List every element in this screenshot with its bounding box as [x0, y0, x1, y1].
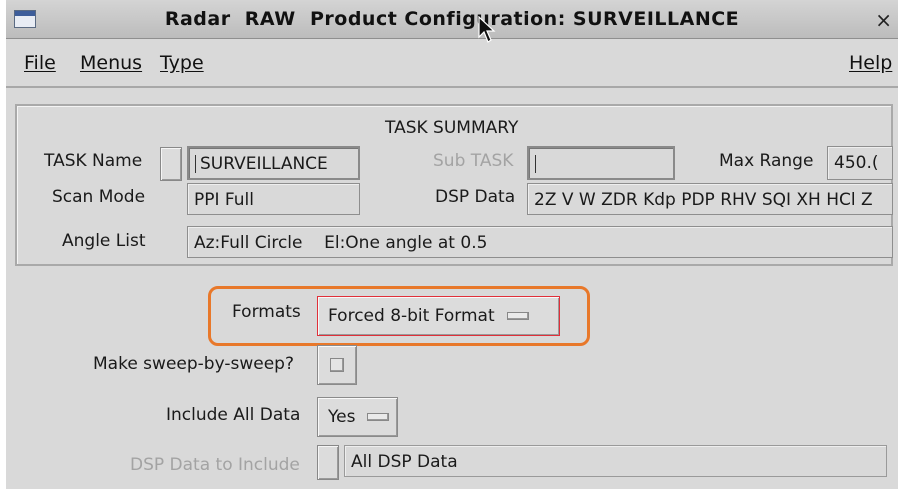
task-name-select-button[interactable]	[160, 147, 182, 181]
close-icon[interactable]: ×	[875, 8, 892, 32]
formats-option-menu[interactable]: Forced 8-bit Format	[317, 296, 560, 336]
product-config-window: Radar RAW Product Configuration: SURVEIL…	[6, 0, 898, 489]
formats-label: Formats	[232, 302, 301, 322]
include-all-data-option-menu[interactable]: Yes	[317, 397, 398, 437]
include-all-data-value: Yes	[328, 407, 356, 427]
task-summary-heading: TASK SUMMARY	[385, 118, 519, 138]
dsp-data-field: 2Z V W ZDR Kdp PDP RHV SQI XH HCl Z	[527, 183, 893, 215]
task-summary-panel: TASK SUMMARY TASK Name SURVEILLANCE Sub …	[15, 104, 893, 266]
menu-file[interactable]: File	[24, 52, 56, 74]
text-cursor-icon	[535, 155, 538, 173]
menu-bar: File Menus Type Help	[6, 40, 898, 88]
include-all-data-label: Include All Data	[166, 405, 301, 425]
task-name-label: TASK Name	[44, 151, 143, 171]
max-range-field: 450.(	[827, 146, 893, 180]
task-name-value: SURVEILLANCE	[200, 154, 328, 174]
option-menu-indicator-icon	[367, 413, 390, 421]
task-name-field[interactable]: SURVEILLANCE	[187, 146, 360, 180]
formats-value: Forced 8-bit Format	[328, 306, 495, 326]
sub-task-label: Sub TASK	[433, 151, 514, 171]
title-bar[interactable]: Radar RAW Product Configuration: SURVEIL…	[6, 0, 898, 43]
menu-menus[interactable]: Menus	[80, 52, 142, 74]
text-cursor-icon	[195, 155, 198, 173]
sub-task-field[interactable]	[527, 146, 675, 180]
sweep-by-sweep-label: Make sweep-by-sweep?	[93, 354, 294, 374]
dsp-data-label: DSP Data	[435, 187, 516, 207]
angle-list-field: Az:Full Circle El:One angle at 0.5	[187, 226, 893, 258]
dsp-data-include-select-button[interactable]	[317, 445, 339, 480]
max-range-label: Max Range	[719, 151, 814, 171]
dsp-data-include-label: DSP Data to Include	[130, 455, 300, 475]
toggle-indicator-icon	[330, 358, 344, 372]
angle-list-label: Angle List	[62, 231, 146, 251]
window-title: Radar RAW Product Configuration: SURVEIL…	[164, 8, 740, 30]
menu-type[interactable]: Type	[160, 52, 204, 74]
option-menu-indicator-icon	[506, 312, 529, 320]
scan-mode-field: PPI Full	[187, 183, 360, 215]
sweep-by-sweep-toggle[interactable]	[317, 345, 357, 385]
dsp-data-include-field: All DSP Data	[344, 445, 887, 477]
scan-mode-label: Scan Mode	[52, 187, 146, 207]
menu-help[interactable]: Help	[849, 52, 892, 74]
